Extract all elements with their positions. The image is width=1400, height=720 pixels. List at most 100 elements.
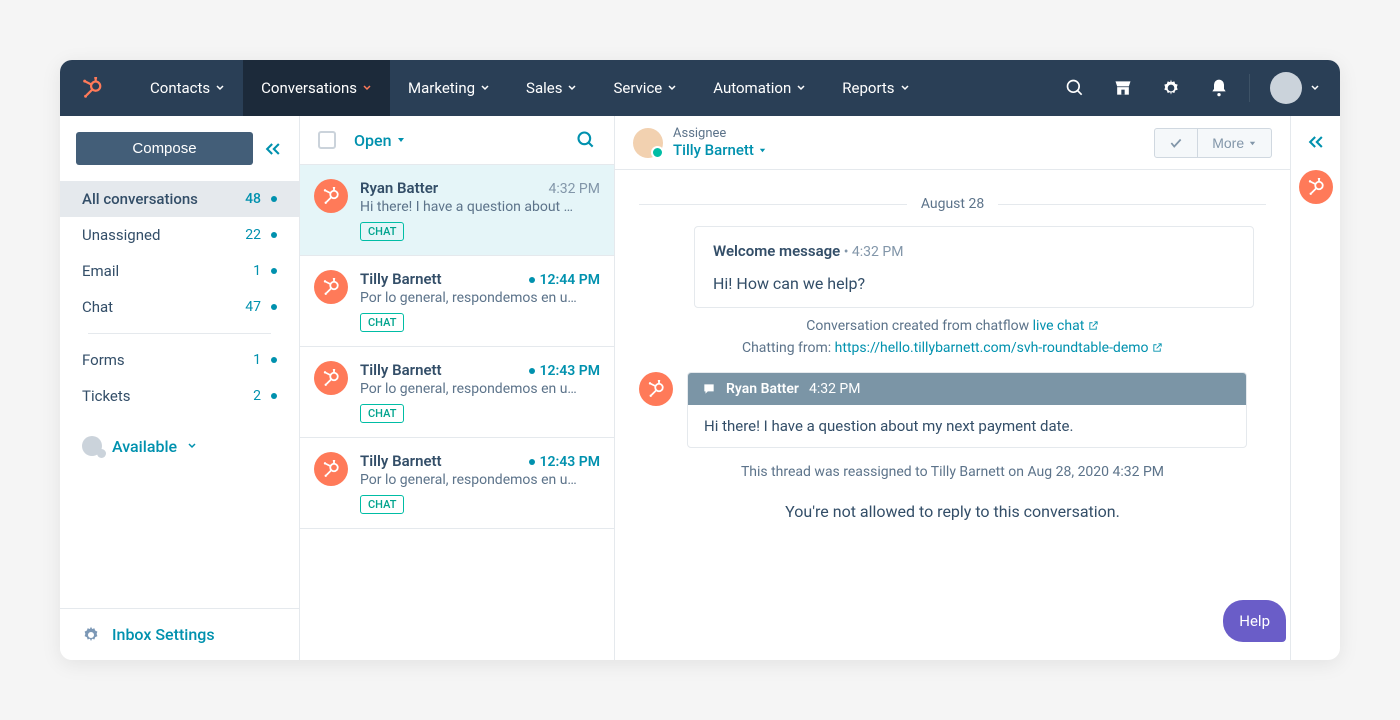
- chevron-down-icon: [480, 83, 490, 93]
- welcome-title: Welcome message: [713, 242, 840, 260]
- help-button[interactable]: Help: [1223, 600, 1286, 642]
- folder-chat[interactable]: Chat47: [60, 289, 299, 325]
- assignee-picker[interactable]: Assignee Tilly Barnett: [673, 126, 767, 159]
- unread-dot-icon: [529, 459, 535, 465]
- expand-rail-icon[interactable]: [1306, 132, 1326, 152]
- nav-conversations[interactable]: Conversations: [243, 60, 390, 116]
- gear-icon[interactable]: [1161, 78, 1181, 98]
- conversation-time: 4:32 PM: [548, 181, 600, 197]
- contact-record-icon[interactable]: [1299, 170, 1333, 204]
- search-icon[interactable]: [576, 130, 596, 150]
- folder-label: Email: [82, 262, 253, 280]
- folder-count: 22: [245, 227, 261, 243]
- folder-count: 1: [253, 352, 261, 368]
- select-all-checkbox[interactable]: [318, 131, 336, 149]
- folder-all-conversations[interactable]: All conversations48: [60, 181, 299, 217]
- conversation-name: Tilly Barnett: [360, 452, 442, 470]
- date-label: August 28: [921, 196, 984, 212]
- folder-list: All conversations48 Unassigned22 Email1 …: [60, 177, 299, 418]
- right-rail: [1290, 116, 1340, 660]
- reassign-note: This thread was reassigned to Tilly Barn…: [639, 464, 1266, 480]
- hubspot-logo-icon[interactable]: [80, 76, 104, 100]
- welcome-time: • 4:32 PM: [840, 244, 903, 260]
- availability-status[interactable]: Available: [60, 418, 299, 474]
- assignee-avatar: [633, 128, 663, 158]
- external-link-icon: [1088, 320, 1099, 331]
- conversation-name: Ryan Batter: [360, 179, 438, 197]
- thread-panel: Assignee Tilly Barnett More August 28 We…: [615, 116, 1290, 660]
- message-sender: Ryan Batter: [726, 381, 799, 397]
- channel-badge: CHAT: [360, 313, 404, 332]
- contact-avatar-icon: [314, 452, 348, 486]
- nav-marketing[interactable]: Marketing: [390, 60, 508, 116]
- folder-tickets[interactable]: Tickets2: [60, 378, 299, 414]
- nav-automation[interactable]: Automation: [695, 60, 824, 116]
- nav-sales[interactable]: Sales: [508, 60, 595, 116]
- nav-label: Marketing: [408, 79, 475, 97]
- compose-button[interactable]: Compose: [76, 132, 253, 165]
- sender-avatar-icon: [639, 372, 673, 406]
- user-status-icon: [82, 436, 102, 456]
- message: Ryan Batter 4:32 PM Hi there! I have a q…: [639, 372, 1266, 448]
- thread-body: August 28 Welcome message • 4:32 PM Hi! …: [615, 170, 1290, 660]
- status-filter[interactable]: Open: [354, 131, 406, 150]
- nav-label: Sales: [526, 79, 562, 97]
- nav-label: Service: [613, 79, 662, 97]
- chevron-down-icon: [796, 83, 806, 93]
- noreply-notice: You're not allowed to reply to this conv…: [639, 502, 1266, 521]
- chevron-down-icon: [667, 83, 677, 93]
- message-header: Ryan Batter 4:32 PM: [688, 373, 1246, 405]
- bell-icon[interactable]: [1209, 78, 1229, 98]
- unread-dot-icon: [271, 393, 277, 399]
- chevron-down-icon: [567, 83, 577, 93]
- folder-label: All conversations: [82, 190, 245, 208]
- folder-unassigned[interactable]: Unassigned22: [60, 217, 299, 253]
- unread-dot-icon: [271, 232, 277, 238]
- conversation-preview: Hi there! I have a question about …: [360, 199, 600, 215]
- conversation-item[interactable]: Tilly Barnett12:44 PM Por lo general, re…: [300, 256, 614, 347]
- external-link-icon: [1152, 342, 1163, 353]
- contact-avatar-icon: [314, 179, 348, 213]
- chevron-down-icon: [215, 83, 225, 93]
- folder-email[interactable]: Email1: [60, 253, 299, 289]
- conversation-name: Tilly Barnett: [360, 270, 442, 288]
- folder-forms[interactable]: Forms1: [60, 342, 299, 378]
- channel-badge: CHAT: [360, 495, 404, 514]
- account-menu[interactable]: [1270, 72, 1320, 104]
- folder-label: Chat: [82, 298, 245, 316]
- conversation-time: 12:43 PM: [529, 363, 600, 379]
- close-thread-button[interactable]: [1154, 128, 1198, 158]
- status-label: Available: [112, 437, 177, 456]
- more-button[interactable]: More: [1198, 128, 1272, 158]
- message-time: 4:32 PM: [809, 381, 861, 397]
- inbox-settings-link[interactable]: Inbox Settings: [60, 608, 299, 660]
- collapse-sidebar-icon[interactable]: [263, 139, 283, 159]
- contact-avatar-icon: [314, 270, 348, 304]
- folder-label: Tickets: [82, 387, 253, 405]
- thread-actions: More: [1154, 128, 1272, 158]
- conversation-preview: Por lo general, respondemos en u…: [360, 290, 600, 306]
- folder-count: 2: [253, 388, 261, 404]
- chevron-down-icon: [362, 83, 372, 93]
- nav-reports[interactable]: Reports: [824, 60, 927, 116]
- conversation-item[interactable]: Tilly Barnett12:43 PM Por lo general, re…: [300, 347, 614, 438]
- source-url-link[interactable]: https://hello.tillybarnett.com/svh-round…: [835, 340, 1163, 356]
- message-card: Ryan Batter 4:32 PM Hi there! I have a q…: [687, 372, 1247, 448]
- conversation-item[interactable]: Ryan Batter 4:32 PM Hi there! I have a qu…: [300, 165, 614, 256]
- search-icon[interactable]: [1065, 78, 1085, 98]
- nav-icons: [1065, 78, 1229, 98]
- avatar: [1270, 72, 1302, 104]
- unread-dot-icon: [271, 304, 277, 310]
- chatflow-link[interactable]: live chat: [1033, 318, 1099, 334]
- chatflow-origin: Conversation created from chatflow live …: [639, 318, 1266, 334]
- nav-service[interactable]: Service: [595, 60, 695, 116]
- message-body: Hi there! I have a question about my nex…: [688, 405, 1246, 447]
- chevron-down-icon: [187, 441, 197, 451]
- conversation-item[interactable]: Tilly Barnett12:43 PM Por lo general, re…: [300, 438, 614, 529]
- marketplace-icon[interactable]: [1113, 78, 1133, 98]
- caret-down-icon: [1248, 139, 1257, 148]
- welcome-card: Welcome message • 4:32 PM Hi! How can we…: [694, 226, 1254, 308]
- welcome-text: Hi! How can we help?: [713, 274, 1235, 293]
- folder-label: Forms: [82, 351, 253, 369]
- nav-contacts[interactable]: Contacts: [132, 60, 243, 116]
